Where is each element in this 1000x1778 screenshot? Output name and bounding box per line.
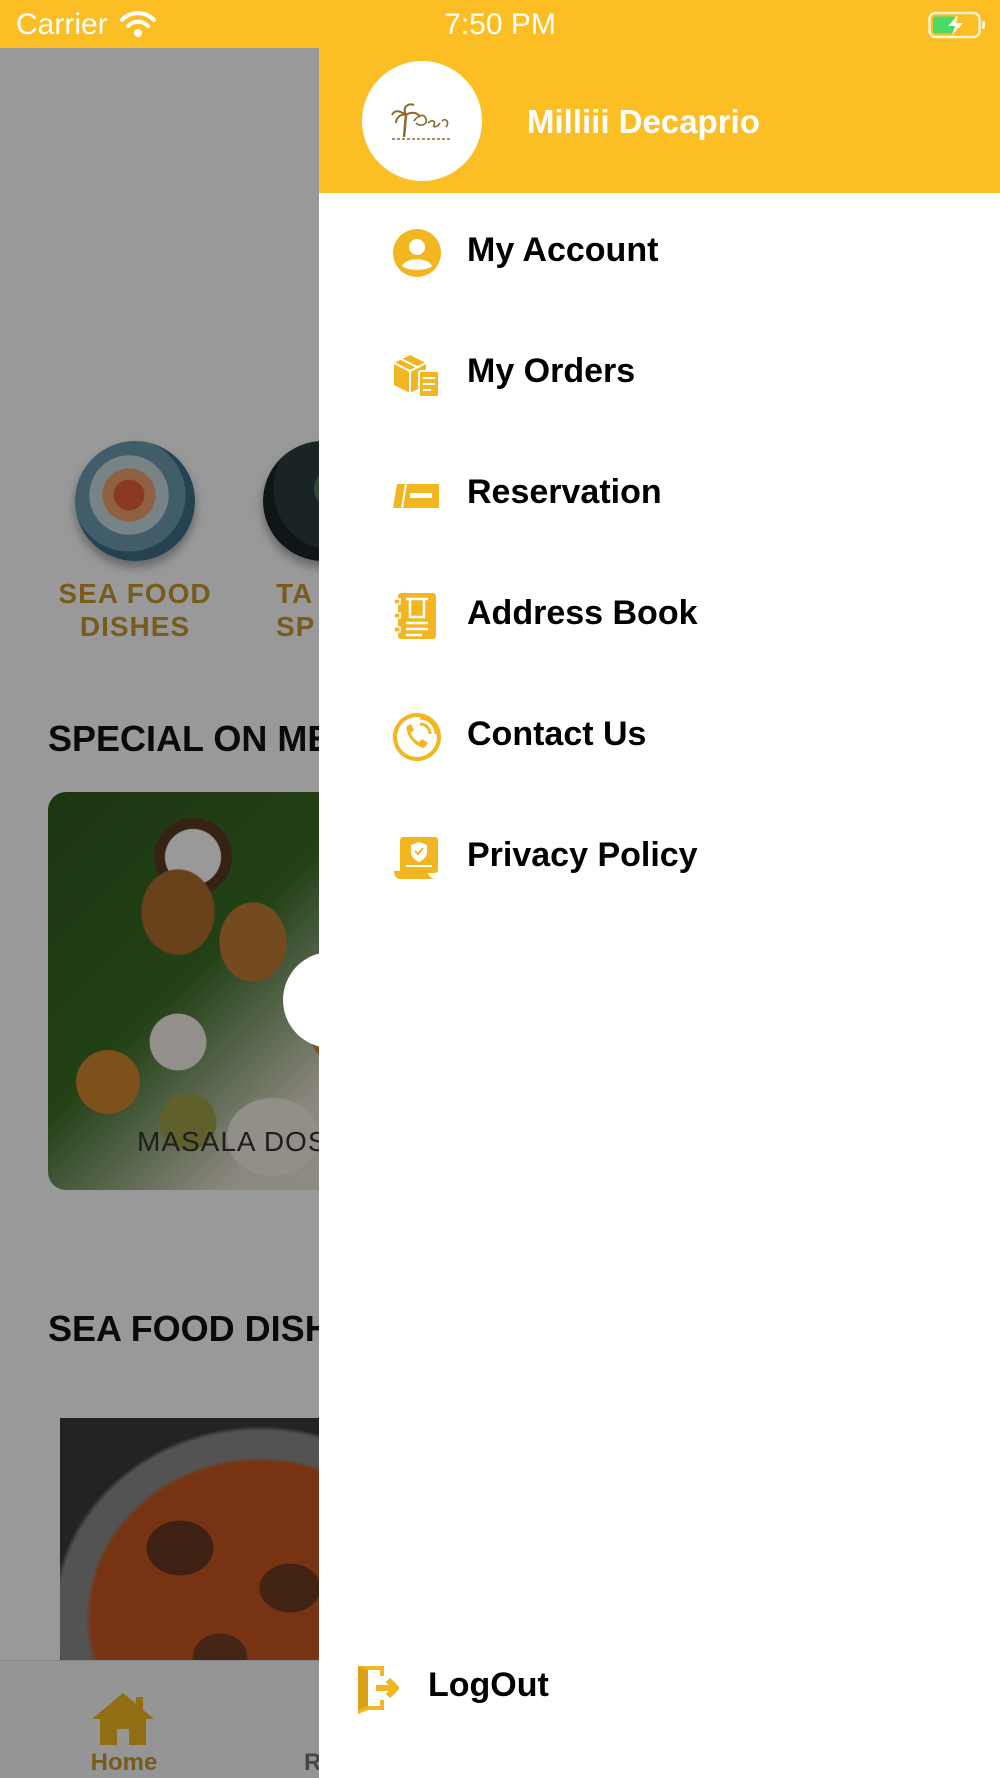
restaurant-logo-icon [391, 103, 452, 140]
menu-item-contact-us[interactable]: Contact Us [319, 692, 1000, 782]
status-time: 7:50 PM [444, 8, 556, 41]
menu-item-reservation[interactable]: Reservation [319, 450, 1000, 540]
menu-label: Reservation [467, 473, 662, 511]
menu-label: Address Book [467, 594, 698, 632]
user-name: Milliii Decaprio [527, 103, 760, 140]
logout-icon [358, 1666, 399, 1714]
account-icon [393, 229, 441, 277]
battery-icon [928, 11, 985, 39]
menu-item-my-orders[interactable]: My Orders [319, 329, 1000, 419]
contact-icon [393, 713, 441, 761]
menu-label: My Account [467, 231, 659, 269]
drawer-header: Milliii Decaprio [319, 48, 1000, 193]
logout-label: LogOut [428, 1666, 549, 1704]
avatar[interactable] [362, 61, 482, 181]
address-book-icon [393, 593, 436, 639]
menu-label: My Orders [467, 352, 636, 390]
menu-item-privacy-policy[interactable]: Privacy Policy [319, 813, 1000, 903]
menu-label: Contact Us [467, 715, 647, 753]
reservation-icon [393, 483, 439, 509]
menu-label: Privacy Policy [467, 836, 698, 874]
privacy-icon [394, 837, 438, 879]
status-bar: Carrier 7:50 PM [0, 0, 1000, 48]
logout-button[interactable]: LogOut [319, 1648, 1000, 1728]
side-drawer: Milliii Decaprio My Account My Orders Re… [319, 48, 1000, 1778]
orders-icon [393, 355, 440, 398]
menu-item-address-book[interactable]: Address Book [319, 571, 1000, 661]
menu-item-my-account[interactable]: My Account [319, 208, 1000, 298]
